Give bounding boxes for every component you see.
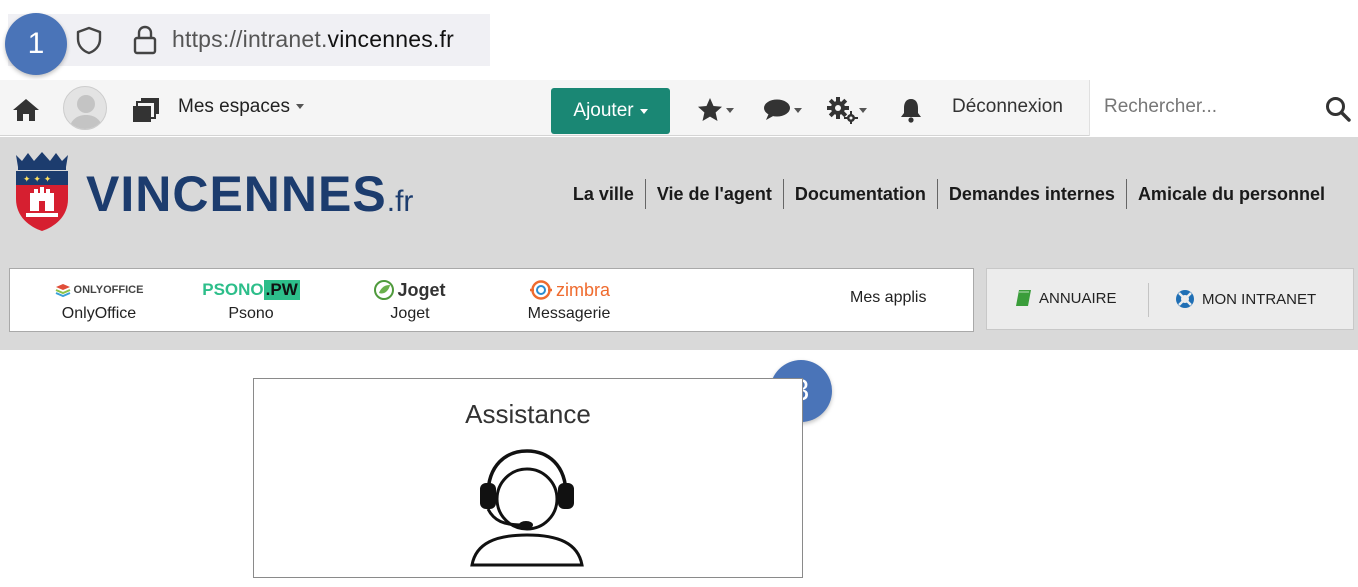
headset-icon (470, 449, 584, 567)
menu-item-la-ville[interactable]: La ville (562, 179, 645, 209)
messages-dropdown[interactable] (763, 96, 802, 124)
caret-down-icon (859, 107, 867, 113)
brand-name: VINCENNES (86, 166, 387, 222)
speech-bubble-icon (764, 99, 790, 120)
add-button[interactable]: Ajouter (551, 88, 670, 134)
avatar[interactable] (63, 86, 107, 130)
svg-text:✦ ✦ ✦: ✦ ✦ ✦ (23, 175, 52, 185)
menu-item-vie-agent[interactable]: Vie de l'agent (644, 179, 783, 209)
spaces-icon[interactable] (132, 97, 160, 123)
my-apps-link[interactable]: Mes applis (850, 289, 926, 307)
search-input[interactable] (1104, 92, 1304, 122)
book-icon (1016, 290, 1031, 306)
user-silhouette-icon (69, 95, 103, 129)
onlyoffice-layers-icon (55, 284, 70, 297)
card-title: Assistance (465, 399, 591, 429)
browser-url-bar[interactable]: https://intranet.vincennes.fr (8, 14, 490, 66)
caret-down-icon (295, 104, 304, 110)
spaces-label: Mes espaces (178, 96, 290, 117)
home-icon[interactable] (12, 98, 40, 122)
brand-suffix: .fr (386, 185, 414, 218)
caret-down-icon (794, 107, 802, 113)
logout-link[interactable]: Déconnexion (952, 96, 1063, 118)
zimbra-face-icon (529, 280, 552, 300)
bell-icon (901, 99, 921, 123)
app-label: Joget (390, 305, 430, 322)
zimbra-logo: zimbra (528, 279, 610, 301)
quick-links-bar: ANNUAIRE MON INTRANET (986, 268, 1354, 330)
quick-link-label: ANNUAIRE (1039, 289, 1117, 307)
spaces-dropdown[interactable]: Mes espaces (178, 96, 304, 118)
vincennes-crest-logo[interactable]: ✦ ✦ ✦ (10, 151, 74, 233)
gears-icon (827, 97, 858, 124)
zimbra-logo-text: zimbra (555, 279, 610, 300)
url-domain: vincennes.fr (327, 26, 454, 52)
joget-logo: Joget (374, 279, 446, 301)
quick-link-annuaire[interactable]: ANNUAIRE (1015, 289, 1117, 307)
settings-dropdown[interactable] (826, 96, 867, 124)
caret-down-icon (639, 108, 648, 114)
lifebuoy-icon (1176, 290, 1194, 308)
notifications-button[interactable] (899, 96, 923, 124)
psono-logo: PSONO .PW (202, 279, 300, 301)
divider (1148, 283, 1149, 317)
quick-link-mon-intranet[interactable]: MON INTRANET (1175, 289, 1316, 309)
joget-logo-text: Joget (397, 279, 446, 300)
app-messagerie[interactable]: zimbra Messagerie (514, 279, 624, 323)
add-label: Ajouter (573, 100, 634, 121)
search-icon[interactable] (1325, 96, 1351, 122)
app-label: OnlyOffice (61, 305, 137, 322)
app-onlyoffice[interactable]: ONLYOFFICE OnlyOffice (44, 279, 154, 323)
assistance-card[interactable]: Assistance (253, 378, 803, 578)
onlyoffice-logo-text: ONLYOFFICE (73, 284, 144, 296)
site-brand[interactable]: VINCENNES.fr (86, 165, 413, 223)
quick-link-label: MON INTRANET (1202, 290, 1317, 308)
star-icon (698, 98, 722, 121)
callout-badge: 1 (5, 13, 67, 75)
psono-logo-text-b: .PW (263, 280, 300, 300)
onlyoffice-logo: ONLYOFFICE (55, 279, 144, 301)
menu-item-demandes-internes[interactable]: Demandes internes (936, 179, 1126, 209)
app-joget[interactable]: Joget Joget (360, 279, 460, 323)
psono-logo-text-a: PSONO (202, 280, 264, 299)
apps-bar: ONLYOFFICE OnlyOffice PSONO .PW Psono Jog… (9, 268, 974, 332)
menu-item-amicale[interactable]: Amicale du personnel (1125, 179, 1336, 209)
url-text[interactable]: https://intranet.vincennes.fr (172, 26, 454, 53)
joget-leaf-icon (374, 280, 395, 300)
search-box (1089, 80, 1358, 136)
top-navigation-bar: Mes espaces Ajouter Déconnexion Recherch… (0, 80, 1358, 136)
menu-item-documentation[interactable]: Documentation (782, 179, 937, 209)
app-label: Messagerie (527, 305, 611, 322)
main-menu: La ville Vie de l'agent Documentation De… (562, 179, 1336, 209)
url-prefix: https://intranet. (172, 26, 328, 52)
app-label: Psono (228, 305, 274, 322)
caret-down-icon (726, 107, 734, 113)
shield-icon[interactable] (74, 25, 104, 55)
app-psono[interactable]: PSONO .PW Psono (196, 279, 306, 323)
lock-icon[interactable] (130, 24, 160, 56)
favorites-dropdown[interactable] (697, 96, 734, 124)
